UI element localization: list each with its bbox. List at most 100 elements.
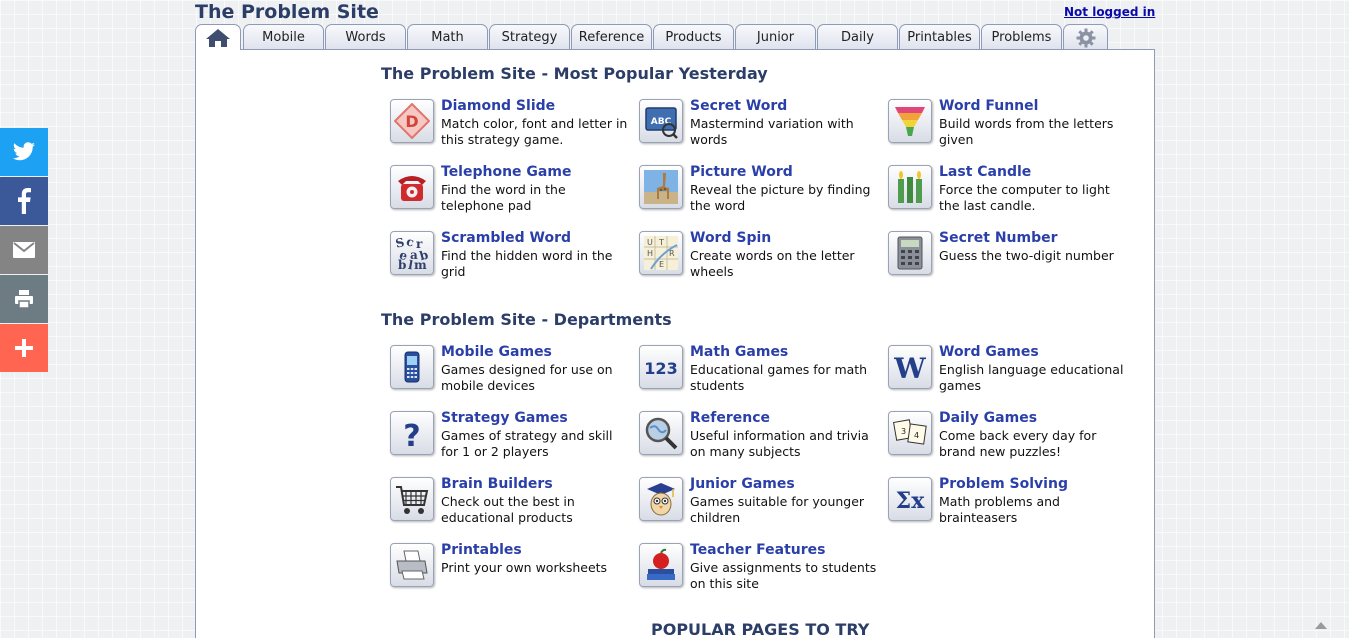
list-item-teacher-features[interactable]: Teacher Features Give assignments to stu… (639, 542, 879, 595)
print-icon (15, 290, 33, 309)
svg-text:3: 3 (901, 427, 906, 436)
list-item-brain-builders[interactable]: Brain Builders Check out the best in edu… (390, 476, 630, 529)
tab-math[interactable]: Math (407, 24, 488, 49)
svg-text:U: U (647, 238, 653, 247)
item-title[interactable]: Word Funnel (939, 98, 1038, 114)
item-title[interactable]: Picture Word (690, 164, 793, 180)
item-title[interactable]: Math Games (690, 344, 788, 360)
graduate-owl-icon (639, 477, 683, 521)
item-title[interactable]: Mobile Games (441, 344, 552, 360)
list-item-printables[interactable]: Printables Print your own worksheets (390, 542, 630, 595)
item-title[interactable]: Reference (690, 410, 770, 426)
scroll-to-top-arrow-icon[interactable] (1315, 622, 1327, 629)
item-title[interactable]: Scrambled Word (441, 230, 571, 246)
item-title[interactable]: Printables (441, 542, 522, 558)
item-title[interactable]: Brain Builders (441, 476, 553, 492)
item-description: Come back every day for brand new puzzle… (939, 428, 1097, 459)
list-item-daily-games[interactable]: 3 4 Daily Games Come back every day for … (888, 410, 1128, 463)
magnifier-globe-icon (639, 411, 683, 455)
popular-section-title: The Problem Site - Most Popular Yesterda… (381, 64, 768, 83)
list-item-picture-word[interactable]: Picture Word Reveal the picture by findi… (639, 164, 879, 217)
list-item-last-candle[interactable]: Last Candle Force the computer to light … (888, 164, 1128, 217)
svg-text:H: H (647, 249, 653, 258)
item-title[interactable]: Secret Word (690, 98, 787, 114)
share-sidebar (0, 128, 48, 373)
list-item-secret-number[interactable]: Secret Number Guess the two-digit number (888, 230, 1128, 283)
item-title[interactable]: Telephone Game (441, 164, 571, 180)
tab-problems[interactable]: Problems (981, 24, 1062, 49)
letter-w-icon: W (888, 345, 932, 389)
svg-text:R: R (669, 249, 675, 258)
item-description: Educational games for math students (690, 362, 868, 393)
item-description: Force the computer to light the last can… (939, 182, 1110, 213)
tab-junior[interactable]: Junior (735, 24, 816, 49)
item-title[interactable]: Last Candle (939, 164, 1031, 180)
item-description: Math problems and brainteasers (939, 494, 1060, 525)
home-icon (206, 29, 230, 47)
list-item-telephone-game[interactable]: Telephone Game Find the word in the tele… (390, 164, 630, 217)
more-share-button[interactable] (0, 324, 48, 372)
facebook-share-button[interactable] (0, 177, 48, 225)
main-content: The Problem Site - Most Popular Yesterda… (195, 49, 1155, 638)
list-item-strategy-games[interactable]: ? Strategy Games Games of strategy and s… (390, 410, 630, 463)
tab-daily[interactable]: Daily (817, 24, 898, 49)
list-item-word-games[interactable]: W Word Games English language educationa… (888, 344, 1128, 397)
svg-text:ABC: ABC (651, 117, 672, 127)
tab-products[interactable]: Products (653, 24, 734, 49)
list-item-word-spin[interactable]: UT H R E Word Spin Create words on the le… (639, 230, 879, 283)
departments-section-title: The Problem Site - Departments (381, 310, 672, 329)
candles-icon (888, 165, 932, 209)
calculator-icon (888, 231, 932, 275)
svg-text:m: m (414, 258, 427, 271)
tab-settings[interactable] (1063, 24, 1108, 49)
item-title[interactable]: Teacher Features (690, 542, 826, 558)
item-title[interactable]: Junior Games (690, 476, 795, 492)
list-item-word-funnel[interactable]: Word Funnel Build words from the letters… (888, 98, 1128, 151)
nav-tabs: Mobile Words Math Strategy Reference Pro… (195, 24, 1155, 50)
item-description: Reveal the picture by finding the word (690, 182, 871, 213)
tab-words[interactable]: Words (325, 24, 406, 49)
svg-text:D: D (405, 112, 418, 131)
tab-printables[interactable]: Printables (899, 24, 980, 49)
list-item-math-games[interactable]: 123 Math Games Educational games for mat… (639, 344, 879, 397)
list-item-diamond-slide[interactable]: D Diamond Slide Match color, font and le… (390, 98, 630, 151)
tab-home[interactable] (195, 24, 241, 50)
print-share-button[interactable] (0, 275, 48, 323)
email-icon (13, 242, 35, 258)
item-title[interactable]: Word Games (939, 344, 1039, 360)
list-item-scrambled-word[interactable]: S c r e a b b l m Scrambled Word Find th… (390, 230, 630, 283)
list-item-secret-word[interactable]: ABC Secret Word Mastermind variation wit… (639, 98, 879, 151)
popular-pages-heading: POPULAR PAGES TO TRY (651, 620, 870, 638)
item-description: Find the hidden word in the grid (441, 248, 613, 279)
list-item-problem-solving[interactable]: Σx Problem Solving Math problems and bra… (888, 476, 1128, 529)
item-title[interactable]: Daily Games (939, 410, 1037, 426)
svg-text:4: 4 (914, 431, 919, 440)
item-description: Check out the best in educational produc… (441, 494, 575, 525)
item-description: Games suitable for younger children (690, 494, 865, 525)
twitter-icon (13, 142, 35, 161)
list-item-reference[interactable]: Reference Useful information and trivia … (639, 410, 879, 463)
tab-reference[interactable]: Reference (571, 24, 652, 49)
list-item-mobile-games[interactable]: Mobile Games Games designed for use on m… (390, 344, 630, 397)
tab-mobile[interactable]: Mobile (243, 24, 324, 49)
twitter-share-button[interactable] (0, 128, 48, 176)
site-title: The Problem Site (195, 1, 379, 23)
svg-text:T: T (658, 238, 664, 247)
svg-text:Σx: Σx (896, 488, 926, 514)
printer-icon (390, 543, 434, 587)
svg-text:E: E (659, 260, 664, 269)
list-item-junior-games[interactable]: Junior Games Games suitable for younger … (639, 476, 879, 529)
gear-icon (1076, 28, 1095, 48)
item-title[interactable]: Strategy Games (441, 410, 568, 426)
sigma-x-icon: Σx (888, 477, 932, 521)
item-description: Games of strategy and skill for 1 or 2 p… (441, 428, 613, 459)
item-title[interactable]: Secret Number (939, 230, 1058, 246)
item-title[interactable]: Word Spin (690, 230, 771, 246)
tab-strategy[interactable]: Strategy (489, 24, 570, 49)
email-share-button[interactable] (0, 226, 48, 274)
login-status-link[interactable]: Not logged in (1064, 5, 1155, 19)
item-title[interactable]: Diamond Slide (441, 98, 555, 114)
giraffe-picture-icon (639, 165, 683, 209)
item-title[interactable]: Problem Solving (939, 476, 1068, 492)
telephone-icon (390, 165, 434, 209)
